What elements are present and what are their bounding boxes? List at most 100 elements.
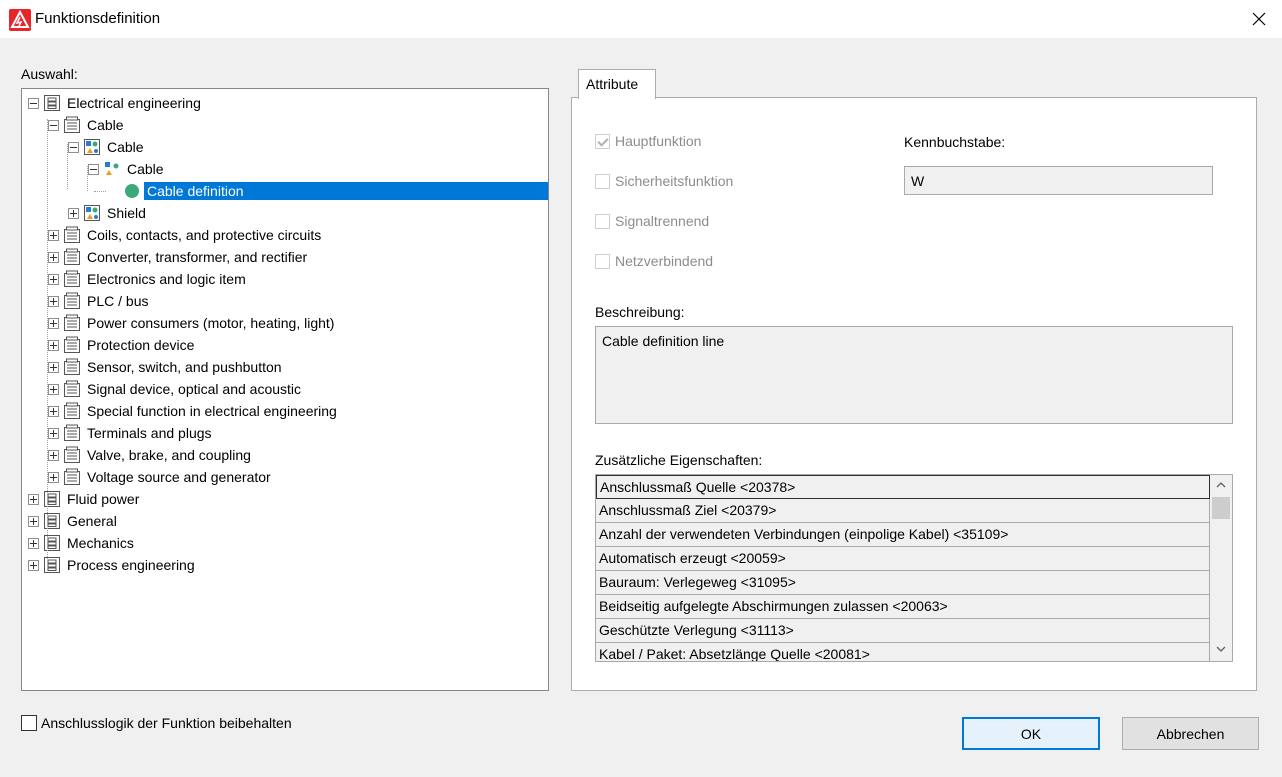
expand-icon[interactable] (48, 450, 59, 461)
tree-node[interactable]: Mechanics (22, 532, 548, 554)
tree-node[interactable]: Converter, transformer, and rectifier (22, 246, 548, 268)
cancel-button[interactable]: Abbrechen (1122, 717, 1259, 750)
ok-button[interactable]: OK (962, 717, 1100, 750)
tree-node[interactable]: Special function in electrical engineeri… (22, 400, 548, 422)
expand-icon[interactable] (48, 230, 59, 241)
tree-node[interactable]: PLC / bus (22, 290, 548, 312)
tree-node[interactable]: Electrical engineering (22, 92, 548, 114)
category-box-icon (63, 380, 81, 398)
tree-node-label: Cable (87, 117, 124, 133)
category-box-icon (63, 248, 81, 266)
expand-icon[interactable] (48, 384, 59, 395)
tree-node-label: Converter, transformer, and rectifier (87, 249, 308, 265)
expand-icon[interactable] (48, 406, 59, 417)
tree-node[interactable]: Terminals and plugs (22, 422, 548, 444)
property-row[interactable]: Kabel / Paket: Absetzlänge Quelle <20081… (596, 643, 1210, 661)
category-box-icon (63, 116, 81, 134)
tree-node-label: Shield (107, 205, 146, 221)
beschreibung-label: Beschreibung: (595, 304, 685, 320)
expand-icon[interactable] (28, 494, 39, 505)
close-icon (1252, 12, 1266, 26)
category-box-icon (63, 270, 81, 288)
close-button[interactable] (1236, 0, 1282, 38)
property-row[interactable]: Geschützte Verlegung <31113> (596, 619, 1210, 643)
properties-list[interactable]: Kabel / Paket: Absetzlänge Quelle <20081… (595, 474, 1233, 662)
expand-icon[interactable] (28, 516, 39, 527)
tree-node-label: Special function in electrical engineeri… (87, 403, 337, 419)
tree-node[interactable]: Cable (22, 136, 548, 158)
beschreibung-field[interactable]: Cable definition line (595, 326, 1233, 424)
expand-icon[interactable] (48, 340, 59, 351)
collapse-icon[interactable] (88, 164, 99, 175)
collapse-icon[interactable] (28, 98, 39, 109)
tree-connector (94, 191, 106, 192)
property-row[interactable]: Anschlussmaß Quelle <20378> (596, 475, 1210, 499)
tree-node-label: Mechanics (67, 535, 134, 551)
folder-db-icon (43, 556, 61, 574)
folder-db-icon (43, 534, 61, 552)
expand-icon[interactable] (48, 296, 59, 307)
tree-node-label: Coils, contacts, and protective circuits (87, 227, 322, 243)
tree-node-label: Sensor, switch, and pushbutton (87, 359, 282, 375)
property-row[interactable]: Anschlussmaß Ziel <20379> (596, 499, 1210, 523)
zusaetzliche-eigenschaften-label: Zusätzliche Eigenschaften: (595, 452, 763, 468)
tree-node-selected[interactable]: Cable definition (22, 180, 548, 202)
scroll-down-button[interactable] (1210, 639, 1232, 659)
checkbox-box (595, 134, 610, 149)
category-box-icon (63, 336, 81, 354)
expand-icon[interactable] (28, 560, 39, 571)
tab-attribute[interactable]: Attribute (578, 69, 656, 99)
expand-icon[interactable] (48, 318, 59, 329)
expand-icon[interactable] (48, 472, 59, 483)
title-bar: Funktionsdefinition (0, 0, 1282, 38)
property-row[interactable]: Bauraum: Verlegeweg <31095> (596, 571, 1210, 595)
tree-node[interactable]: Cable (22, 114, 548, 136)
selection-label: Auswahl: (21, 66, 78, 82)
chevron-down-icon (1216, 646, 1226, 652)
tree-node-label: Cable (127, 161, 164, 177)
property-row[interactable]: Automatisch erzeugt <20059> (596, 547, 1210, 571)
tree-node-label: Fluid power (67, 491, 140, 507)
tree-node[interactable]: Shield (22, 202, 548, 224)
property-row[interactable]: Anzahl der verwendeten Verbindungen (ein… (596, 523, 1210, 547)
tree-guide-line (47, 119, 48, 559)
tree-node[interactable]: Cable (22, 158, 548, 180)
tree-node[interactable]: Electronics and logic item (22, 268, 548, 290)
tree-node[interactable]: Protection device (22, 334, 548, 356)
checkbox-box (595, 214, 610, 229)
tree-node[interactable]: Voltage source and generator (22, 466, 548, 488)
collapse-icon[interactable] (68, 142, 79, 153)
expand-icon[interactable] (48, 252, 59, 263)
expand-icon[interactable] (48, 362, 59, 373)
scroll-thumb[interactable] (1212, 497, 1230, 519)
kennbuchstabe-label: Kennbuchstabe: (904, 134, 1006, 150)
folder-db-icon (43, 512, 61, 530)
tree-node-label: Process engineering (67, 557, 195, 573)
collapse-icon[interactable] (48, 120, 59, 131)
tree-node[interactable]: Power consumers (motor, heating, light) (22, 312, 548, 334)
tree-node[interactable]: General (22, 510, 548, 532)
tree-guide-line (87, 166, 88, 191)
tree-node[interactable]: Signal device, optical and acoustic (22, 378, 548, 400)
properties-scrollbar[interactable] (1210, 475, 1232, 661)
scroll-up-button[interactable] (1210, 475, 1232, 495)
property-row[interactable]: Beidseitig aufgelegte Abschirmungen zula… (596, 595, 1210, 619)
expand-icon[interactable] (68, 208, 79, 219)
tree-guide-line (67, 144, 68, 189)
expand-icon[interactable] (28, 538, 39, 549)
tree-node[interactable]: Fluid power (22, 488, 548, 510)
tree-node[interactable]: Coils, contacts, and protective circuits (22, 224, 548, 246)
tree-node[interactable]: Valve, brake, and coupling (22, 444, 548, 466)
green-dot-icon (123, 182, 141, 200)
tree-node-label: Cable (107, 139, 144, 155)
tree-node-label: Cable definition (144, 182, 548, 200)
function-tree[interactable]: Electrical engineering Cable Cable Cable Cab… (21, 88, 549, 691)
expand-icon[interactable] (48, 274, 59, 285)
tree-node[interactable]: Sensor, switch, and pushbutton (22, 356, 548, 378)
group-shapes-icon (83, 204, 101, 222)
tree-node[interactable]: Process engineering (22, 554, 548, 576)
tree-node-label: Power consumers (motor, heating, light) (87, 315, 335, 331)
kennbuchstabe-field[interactable]: W (904, 166, 1213, 195)
checkbox-box (21, 715, 37, 731)
expand-icon[interactable] (48, 428, 59, 439)
